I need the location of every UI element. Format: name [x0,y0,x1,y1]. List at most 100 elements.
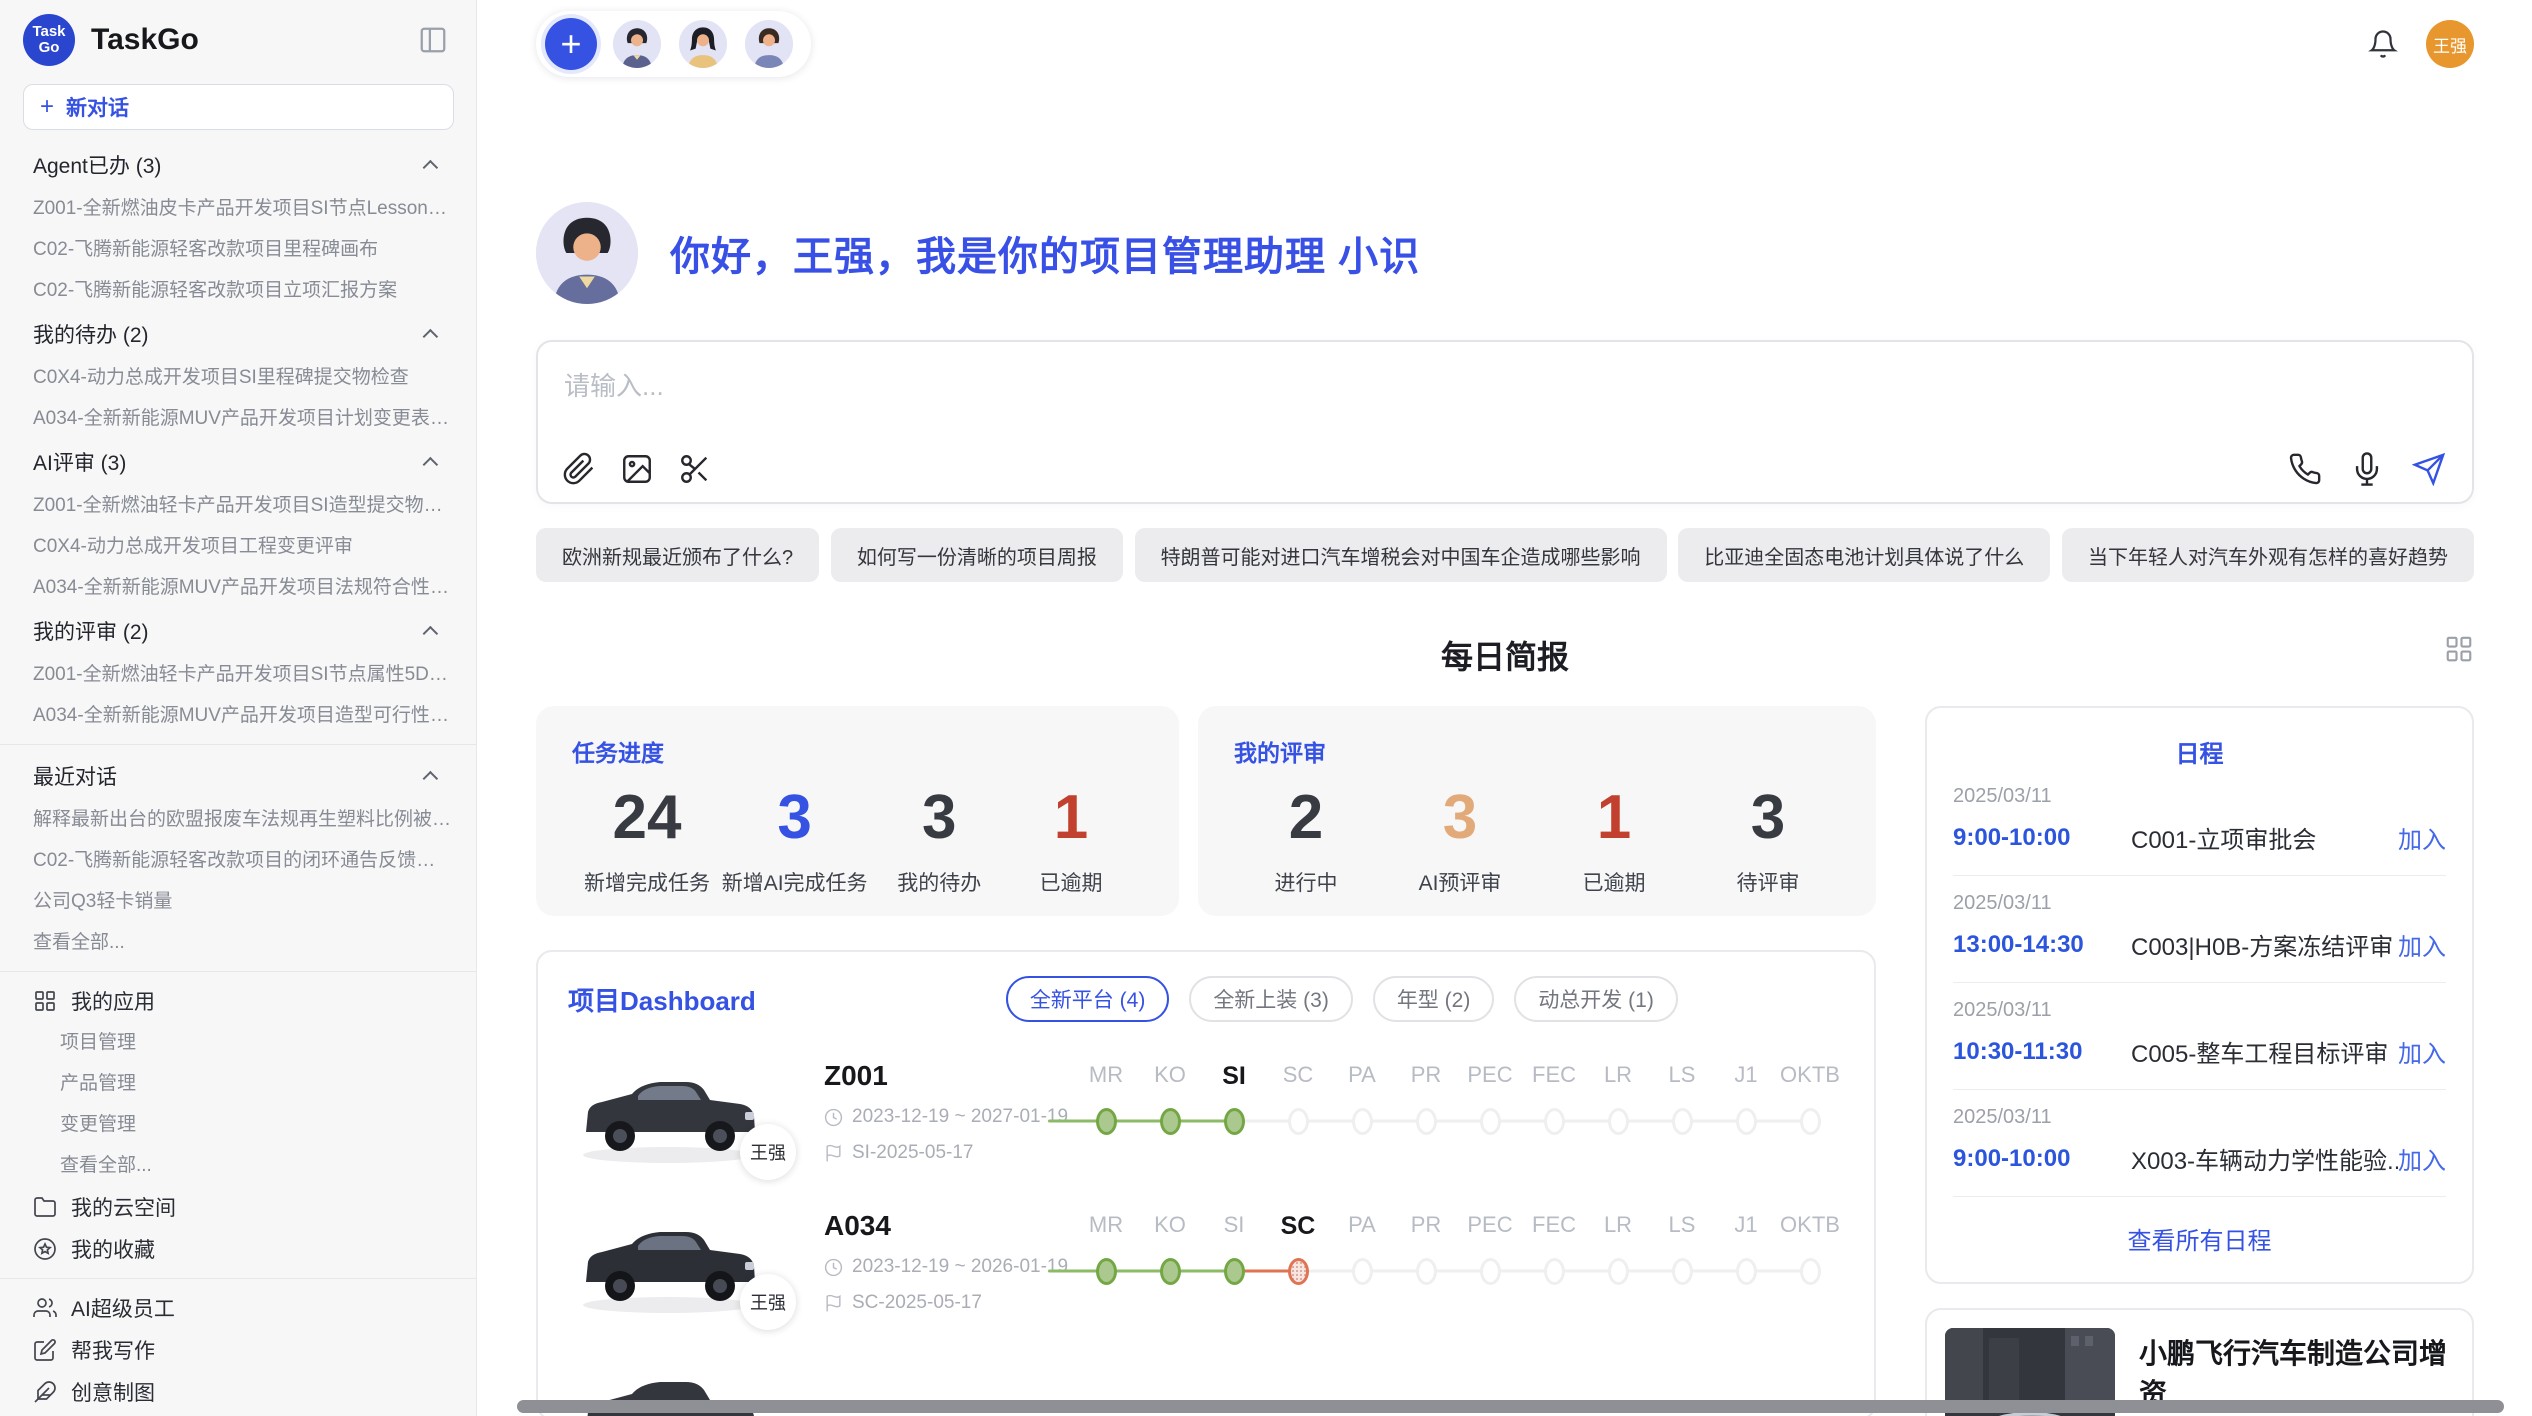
recent-view-all[interactable]: 查看全部... [0,922,476,963]
truck-image [568,1060,768,1172]
milestone-labels: MR KO SI SC PA PR PEC FEC LR LS J1 [1074,1062,1844,1091]
suggestion-chip[interactable]: 特朗普可能对进口汽车增税会对中国车企造成哪些影响 [1135,528,1667,582]
filter-new-body[interactable]: 全新上装 (3) [1189,976,1353,1022]
join-link[interactable]: 加入 [2398,927,2446,962]
sidebar-item-my-apps[interactable]: 我的应用 [0,980,476,1022]
stat-label: 已逾期 [1554,867,1674,897]
sidebar-item-help-write[interactable]: 帮我写作 [0,1329,476,1371]
sidebar-task-item[interactable]: C02-飞腾新能源轻客改款项目立项汇报方案 [0,270,476,311]
sidebar-collapse-button[interactable] [418,25,448,55]
section-ai-review[interactable]: AI评审 (3) [0,439,476,485]
sidebar-item-cloud-space[interactable]: 我的云空间 [0,1186,476,1228]
milestone-dot [1416,1258,1437,1285]
milestone-dot-done [1160,1258,1181,1285]
app-item-product-mgmt[interactable]: 产品管理 [0,1063,476,1104]
chat-input-box[interactable]: 请输入... [536,340,2474,504]
section-title: Agent已办 (3) [33,150,427,180]
project-flag-label: SI-2025-05-17 [852,1142,973,1164]
join-link[interactable]: 加入 [2398,820,2446,855]
project-name: Z001 [824,1060,1074,1092]
suggestion-chip[interactable]: 如何写一份清晰的项目周报 [831,528,1123,582]
filter-all-new-platform[interactable]: 全新平台 (4) [1006,976,1170,1022]
creative-draw-label: 创意制图 [71,1377,155,1407]
section-recent-chats[interactable]: 最近对话 [0,753,476,799]
scissors-icon[interactable] [678,452,712,486]
contact-avatar-2[interactable] [677,18,729,70]
milestone-dot [1736,1258,1757,1285]
milestone-label: J1 [1714,1062,1778,1091]
favorites-label: 我的收藏 [71,1234,155,1264]
filter-powertrain[interactable]: 动总开发 (1) [1514,976,1678,1022]
section-agent-done[interactable]: Agent已办 (3) [0,142,476,188]
sidebar-task-item[interactable]: A034-全新新能源MUV产品开发项目造型可行性评审 [0,695,476,736]
sidebar-task-item[interactable]: Z001-全新燃油轻卡产品开发项目SI节点属性5D文件评审 [0,654,476,695]
sidebar-task-item[interactable]: C0X4-动力总成开发项目工程变更评审 [0,526,476,567]
apps-view-all[interactable]: 查看全部... [0,1145,476,1186]
layout-switch-button[interactable] [2444,634,2474,664]
send-icon[interactable] [2412,452,2446,486]
app-item-project-mgmt[interactable]: 项目管理 [0,1022,476,1063]
milestone-dot [1352,1108,1373,1135]
card-title: 我的评审 [1234,734,1840,768]
suggestion-chip[interactable]: 当下年轻人对汽车外观有怎样的喜好趋势 [2062,528,2474,582]
project-row[interactable]: 王强 A034 2023-12-19 ~ 2026-01-19 SC-2025-… [568,1210,1844,1322]
schedule-item: 2025/03/11 9:00-10:00 X003-车辆动力学性能验... 加… [1953,1090,2446,1197]
sidebar-item-creative-draw[interactable]: 创意制图 [0,1371,476,1413]
recent-chat-item[interactable]: 解释最新出台的欧盟报废车法规再生塑料比例被调至15%... [0,799,476,840]
filter-year-model[interactable]: 年型 (2) [1373,976,1495,1022]
horizontal-scrollbar[interactable] [517,1400,2504,1413]
sidebar-task-item[interactable]: C0X4-动力总成开发项目SI里程碑提交物检查 [0,357,476,398]
view-all-schedule-link[interactable]: 查看所有日程 [1953,1197,2446,1276]
schedule-item: 2025/03/11 9:00-10:00 C001-立项审批会 加入 [1953,769,2446,876]
add-contact-button[interactable]: + [545,18,597,70]
milestone-dot [1480,1258,1501,1285]
section-my-review[interactable]: 我的评审 (2) [0,608,476,654]
stat-value: 1 [1554,782,1674,853]
suggestion-chip[interactable]: 欧洲新规最近颁布了什么? [536,528,819,582]
sidebar-task-item[interactable]: A034-全新新能源MUV产品开发项目法规符合性评审 [0,567,476,608]
sidebar-task-item[interactable]: A034-全新新能源MUV产品开发项目计划变更表编写 [0,398,476,439]
project-row[interactable]: 王强 Z001 2023-12-19 ~ 2027-01-19 SI-2025-… [568,1060,1844,1172]
notifications-button[interactable] [2368,29,2398,59]
new-chat-button[interactable]: + 新对话 [23,84,454,130]
milestone-label: OKTB [1778,1062,1842,1091]
sidebar-scroll-area: Agent已办 (3) Z001-全新燃油皮卡产品开发项目SI节点Lesson … [0,142,476,1416]
contact-avatar-3[interactable] [743,18,795,70]
stat-new-done: 24 新增完成任务 [584,782,710,897]
milestone-dot-overdue [1288,1258,1309,1285]
sidebar-task-item[interactable]: Z001-全新燃油皮卡产品开发项目SI节点Lesson Learn报告 [0,188,476,229]
contact-avatar-1[interactable] [611,18,663,70]
milestone-dot [1608,1108,1629,1135]
divider [0,1278,476,1279]
user-avatar[interactable]: 王强 [2426,20,2474,68]
sidebar: Task Go TaskGo + 新对话 Agent已办 (3) Z001-全新… [0,0,477,1416]
schedule-time: 9:00-10:00 [1953,824,2131,852]
milestone-label: MR [1074,1062,1138,1091]
card-title: 任务进度 [572,734,1143,768]
project-photo: 王强 [568,1210,768,1322]
milestone-dot [1800,1108,1821,1135]
attachment-icon[interactable] [562,452,596,486]
stat-value: 2 [1246,782,1366,853]
recent-chat-item[interactable]: C02-飞腾新能源轻客改款项目的闭环通告反馈情况 [0,840,476,881]
schedule-time: 13:00-14:30 [1953,931,2131,959]
milestone-dot-done [1160,1108,1181,1135]
join-link[interactable]: 加入 [2398,1034,2446,1069]
suggestion-chip[interactable]: 比亚迪全固态电池计划具体说了什么 [1678,528,2050,582]
sidebar-item-ai-staff[interactable]: AI超级员工 [0,1287,476,1329]
join-link[interactable]: 加入 [2398,1141,2446,1176]
progress-line-done [1048,1270,1234,1273]
schedule-time: 10:30-11:30 [1953,1038,2131,1066]
phone-call-icon[interactable] [2288,452,2322,486]
microphone-icon[interactable] [2350,452,2384,486]
app-item-change-mgmt[interactable]: 变更管理 [0,1104,476,1145]
image-upload-icon[interactable] [620,452,654,486]
greeting-text: 你好，王强，我是你的项目管理助理 小识 [670,224,1420,282]
sidebar-task-item[interactable]: Z001-全新燃油轻卡产品开发项目SI造型提交物评审 [0,485,476,526]
sidebar-item-favorites[interactable]: 我的收藏 [0,1228,476,1270]
sidebar-task-item[interactable]: C02-飞腾新能源轻客改款项目里程碑画布 [0,229,476,270]
recent-chat-item[interactable]: 公司Q3轻卡销量 [0,881,476,922]
input-toolbar-left [562,452,712,486]
section-my-todo[interactable]: 我的待办 (2) [0,311,476,357]
project-milestone-flag: SI-2025-05-17 [824,1142,1074,1164]
